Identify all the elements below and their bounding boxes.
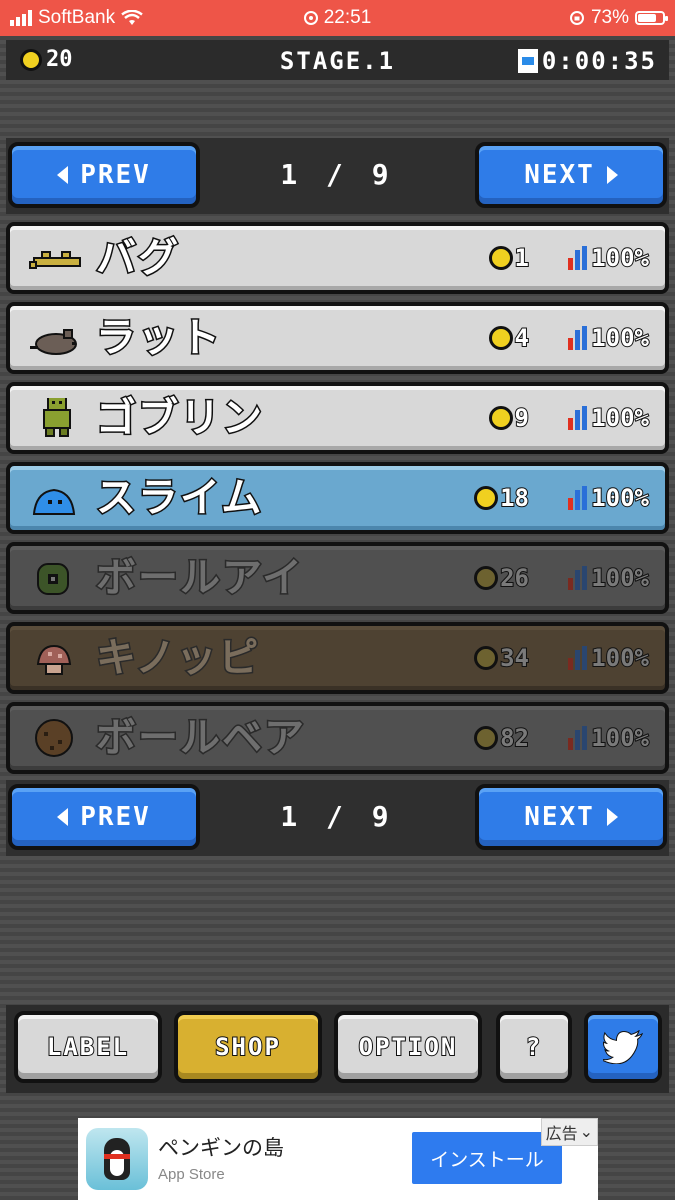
pager-bottom: PREV 1 / 9 NEXT: [6, 780, 669, 856]
install-button[interactable]: インストール: [412, 1132, 562, 1184]
reward-value: 18: [499, 483, 530, 513]
bar-chart-icon: [568, 486, 588, 510]
monster-row-mushroom[interactable]: キノッピ 34 100%: [6, 622, 669, 694]
timer-value: 0:00:35: [541, 47, 657, 75]
coin-icon: [488, 246, 513, 270]
arrow-right-icon: [606, 808, 618, 826]
rate-value: 100%: [590, 643, 650, 673]
next-label: NEXT: [524, 160, 595, 190]
ad-tag-label: 広告: [545, 1126, 578, 1143]
bar-chart-icon: [568, 326, 588, 350]
label-button[interactable]: LABEL: [14, 1011, 162, 1083]
reward-value: 82: [499, 723, 530, 753]
monster-name: ラット: [95, 314, 222, 363]
bar-chart-icon: [568, 646, 588, 670]
monster-row-rat[interactable]: ラット 4 100%: [6, 302, 669, 374]
chevron-down-icon: ⌄: [579, 1124, 593, 1141]
bar-chart-icon: [568, 726, 588, 750]
monster-reward: 4: [488, 323, 531, 353]
game-hud: 20 STAGE.1 0:00:35: [6, 40, 669, 80]
monster-name: スライム: [94, 474, 264, 523]
hourglass-icon: [517, 49, 538, 73]
monster-reward: 34: [474, 643, 530, 673]
monster-rate: 100%: [568, 563, 650, 593]
monster-rate: 100%: [568, 323, 650, 353]
bottom-menu: LABEL SHOP OPTION ?: [6, 1005, 669, 1093]
penguin-icon: [104, 1138, 130, 1180]
reward-value: 1: [514, 243, 531, 273]
next-label: NEXT: [524, 802, 595, 832]
monster-name: バグ: [95, 234, 180, 283]
rate-value: 100%: [590, 403, 650, 433]
ball-eye-icon: [37, 563, 69, 595]
rate-value: 100%: [590, 483, 650, 513]
monster-row-ball-bear[interactable]: ボールベア 82 100%: [6, 702, 669, 774]
shop-button[interactable]: SHOP: [174, 1011, 322, 1083]
monster-rate: 100%: [568, 403, 650, 433]
battery-percent: 73%: [590, 7, 629, 28]
rate-value: 100%: [590, 243, 650, 273]
twitter-bird-icon: [603, 1030, 643, 1064]
next-page-button[interactable]: NEXT: [475, 142, 667, 208]
monster-name: ボールアイ: [95, 554, 304, 603]
rat-icon: [30, 329, 77, 355]
rate-value: 100%: [590, 323, 650, 353]
status-bar: SoftBank 22:51 73%: [0, 0, 675, 36]
coin-icon: [488, 326, 513, 350]
arrow-right-icon: [606, 166, 618, 184]
ad-title: ペンギンの島: [158, 1137, 284, 1160]
reward-value: 34: [499, 643, 530, 673]
twitter-button[interactable]: [584, 1011, 662, 1083]
ad-store: App Store: [158, 1166, 225, 1183]
bar-chart-icon: [568, 246, 588, 270]
screen-record-icon: [303, 11, 318, 25]
monster-reward: 26: [474, 563, 530, 593]
monster-rate: 100%: [568, 243, 650, 273]
monster-reward: 82: [474, 723, 530, 753]
app-icon: [86, 1128, 148, 1190]
coin-icon: [474, 646, 499, 670]
monster-reward: 1: [488, 243, 531, 273]
monster-row-bug[interactable]: バグ 1 100%: [6, 222, 669, 294]
ball-bear-icon: [35, 719, 73, 757]
coin-icon: [488, 406, 513, 430]
goblin-icon: [43, 398, 71, 437]
monster-rate: 100%: [568, 723, 650, 753]
rate-value: 100%: [590, 723, 650, 753]
monster-name: ゴブリン: [95, 394, 264, 443]
coin-icon: [474, 566, 499, 590]
bug-icon: [29, 251, 81, 269]
slime-icon: [32, 488, 76, 515]
monster-rate: 100%: [568, 643, 650, 673]
coin-icon: [474, 486, 499, 510]
monster-name: ボールベア: [95, 714, 306, 763]
monster-row-slime[interactable]: スライム 18 100%: [6, 462, 669, 534]
clock: 22:51: [323, 7, 372, 28]
bar-chart-icon: [568, 566, 588, 590]
monster-name: キノッピ: [94, 634, 261, 683]
ad-tag[interactable]: 広告 ⌄: [540, 1118, 598, 1146]
reward-value: 9: [514, 403, 531, 433]
monster-row-ball-eye[interactable]: ボールアイ 26 100%: [6, 542, 669, 614]
monster-row-goblin[interactable]: ゴブリン 9 100%: [6, 382, 669, 454]
rate-value: 100%: [590, 563, 650, 593]
pager-top: PREV 1 / 9 NEXT: [6, 138, 669, 214]
monster-reward: 18: [474, 483, 530, 513]
reward-value: 4: [514, 323, 531, 353]
next-page-button[interactable]: NEXT: [475, 784, 667, 850]
coin-icon: [474, 726, 499, 750]
bar-chart-icon: [568, 406, 588, 430]
battery-icon: [635, 11, 668, 25]
mushroom-icon: [36, 644, 72, 675]
play-timer: 0:00:35: [517, 47, 657, 75]
orientation-lock-icon: [569, 11, 584, 25]
help-button[interactable]: ?: [496, 1011, 572, 1083]
ad-banner[interactable]: ペンギンの島 App Store インストール 広告 ⌄: [78, 1118, 598, 1200]
option-button[interactable]: OPTION: [334, 1011, 482, 1083]
monster-list: バグ 1 100% ラット 4 100% ゴブリン 9 100% スライム 18…: [6, 222, 669, 782]
monster-reward: 9: [488, 403, 531, 433]
reward-value: 26: [499, 563, 530, 593]
monster-rate: 100%: [568, 483, 650, 513]
